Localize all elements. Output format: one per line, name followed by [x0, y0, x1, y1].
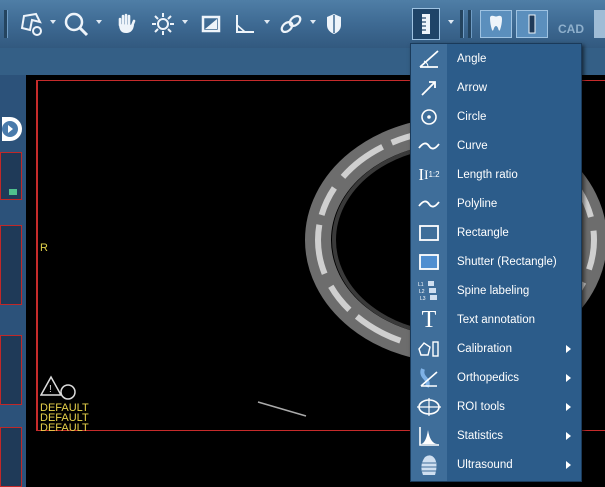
overlay-line: DEFAULT — [40, 422, 89, 434]
text-icon-glyph: T — [421, 306, 437, 333]
menu-item-label: ROI tools — [457, 400, 505, 413]
submenu-arrow-icon — [566, 345, 571, 353]
chevron-down-icon[interactable] — [448, 20, 454, 24]
cad-label: CAD — [558, 22, 584, 36]
orientation-label: R — [40, 242, 48, 254]
angle-icon — [411, 44, 447, 73]
menu-item-label: Shutter (Rectangle) — [457, 255, 557, 268]
spine-icon: L1 L2 L3 — [411, 276, 447, 305]
pan-hand-icon[interactable] — [112, 10, 142, 38]
toolbar-separator — [468, 10, 472, 38]
rectangle-icon — [411, 218, 447, 247]
shutter-icon — [411, 247, 447, 276]
menu-item-label: Circle — [457, 110, 487, 123]
chevron-down-icon[interactable] — [96, 20, 102, 24]
overlay-defaults: DEFAULT DEFAULT DEFAULT — [40, 403, 89, 434]
expand-panel-button[interactable] — [2, 117, 22, 141]
chevron-down-icon[interactable] — [310, 20, 316, 24]
length-ratio-icon-text: 1:2 — [428, 170, 440, 179]
roi-icon — [411, 392, 447, 421]
spine-icon-label: L3 — [420, 296, 426, 302]
zoom-icon[interactable] — [60, 10, 92, 38]
menu-item-calibration[interactable]: Calibration — [411, 334, 581, 363]
chevron-down-icon[interactable] — [182, 20, 188, 24]
chevron-down-icon[interactable] — [50, 20, 56, 24]
toolbar: CAD — [0, 0, 605, 49]
ultrasound-icon — [411, 450, 447, 479]
menu-item-label: Rectangle — [457, 226, 509, 239]
menu-item-statistics[interactable]: Statistics — [411, 421, 581, 450]
window-level-icon[interactable] — [196, 10, 226, 38]
chevron-down-icon[interactable] — [264, 20, 270, 24]
orthopedics-icon — [411, 363, 447, 392]
menu-item-orthopedics[interactable]: Orthopedics — [411, 363, 581, 392]
spine-icon-label: L1 — [418, 282, 424, 288]
arrow-icon — [411, 73, 447, 102]
length-ratio-icon: I I 1:2 — [418, 164, 440, 184]
menu-item-label: Orthopedics — [457, 371, 520, 384]
cad-icon[interactable]: CAD — [552, 10, 590, 38]
toolbar-separator — [460, 10, 464, 38]
submenu-arrow-icon — [566, 403, 571, 411]
menu-item-ultrasound[interactable]: Ultrasound — [411, 450, 581, 479]
polyline-icon — [411, 189, 447, 218]
link-icon[interactable] — [276, 10, 306, 38]
submenu-arrow-icon — [566, 432, 571, 440]
scan-artifact — [257, 401, 307, 417]
curve-icon — [411, 131, 447, 160]
menu-item-label: Statistics — [457, 429, 504, 442]
menu-item-circle[interactable]: Circle — [411, 102, 581, 131]
spine-icon-label: L2 — [419, 289, 425, 295]
thumbnail-item[interactable] — [0, 152, 22, 200]
toolbar-separator — [4, 10, 8, 38]
implant-icon[interactable] — [516, 10, 548, 38]
menu-item-spine-labeling[interactable]: L1 L2 L3 Spine labeling — [411, 276, 581, 305]
viewport-frame-left — [36, 80, 38, 430]
angle-tool-icon[interactable] — [230, 10, 260, 38]
menu-item-label: Calibration — [457, 342, 512, 355]
menu-item-polyline[interactable]: Polyline — [411, 189, 581, 218]
thumbnail-item[interactable] — [0, 427, 22, 487]
tooth-icon[interactable] — [480, 10, 512, 38]
circle-icon — [411, 102, 447, 131]
menu-item-label: Spine labeling — [457, 284, 530, 297]
thumbnail-item[interactable] — [0, 335, 22, 405]
viewport-thumbnail-strip — [0, 75, 26, 487]
menu-item-label: Ultrasound — [457, 458, 513, 471]
thumbnail-item[interactable] — [0, 225, 22, 305]
menu-item-label: Length ratio — [457, 168, 518, 181]
menu-item-shutter[interactable]: Shutter (Rectangle) — [411, 247, 581, 276]
menu-item-label: Arrow — [457, 81, 488, 94]
brightness-icon[interactable] — [148, 10, 178, 38]
warning-icon: ! — [40, 375, 76, 400]
menu-item-text-annotation[interactable]: T Text annotation — [411, 305, 581, 334]
statistics-icon — [411, 421, 447, 450]
annotation-tools-menu: Angle Arrow Circle Curve I I 1:2 Length ra… — [410, 43, 582, 482]
menu-item-angle[interactable]: Angle — [411, 44, 581, 73]
annotation-ruler-icon[interactable] — [412, 8, 440, 40]
submenu-arrow-icon — [566, 374, 571, 382]
svg-text:!: ! — [49, 384, 52, 395]
menu-item-rectangle[interactable]: Rectangle — [411, 218, 581, 247]
shield-icon[interactable] — [320, 10, 348, 38]
submenu-arrow-icon — [566, 461, 571, 469]
menu-item-arrow[interactable]: Arrow — [411, 73, 581, 102]
menu-item-roi-tools[interactable]: ROI tools — [411, 392, 581, 421]
menu-item-length-ratio[interactable]: I I 1:2 Length ratio — [411, 160, 581, 189]
menu-item-curve[interactable]: Curve — [411, 131, 581, 160]
calibration-icon — [411, 334, 447, 363]
toolbar-overflow[interactable] — [594, 10, 605, 38]
menu-item-label: Polyline — [457, 197, 498, 210]
menu-item-label: Text annotation — [457, 313, 536, 326]
layout-icon[interactable] — [14, 10, 48, 38]
text-icon: T — [411, 305, 447, 334]
menu-item-label: Angle — [457, 52, 487, 65]
menu-item-label: Curve — [457, 139, 488, 152]
